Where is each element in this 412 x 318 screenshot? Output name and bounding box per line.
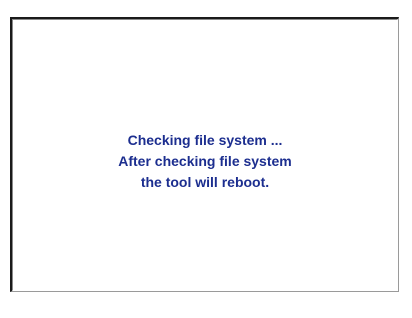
status-message-line-2: After checking file system (118, 153, 292, 169)
status-message-line-1: Checking file system ... (127, 132, 283, 148)
status-message: Checking file system ... After checking … (12, 130, 398, 193)
status-dialog-frame: Checking file system ... After checking … (10, 17, 399, 292)
status-message-line-3: the tool will reboot. (140, 174, 270, 190)
